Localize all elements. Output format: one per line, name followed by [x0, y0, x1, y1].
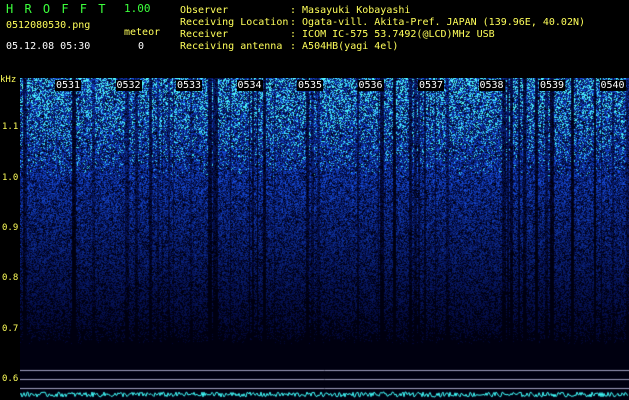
info-label-receiver: Receiver: [180, 29, 229, 40]
time-mark-label: 0538: [478, 80, 505, 91]
time-mark-label: 0537: [418, 80, 445, 91]
info-label-antenna: Receiving antenna: [180, 41, 283, 52]
meteor-count: 0: [138, 41, 145, 52]
axis-tick-label: 1.0: [2, 172, 19, 183]
time-mark-label: 0531: [55, 80, 82, 91]
axis-tick-label: 0.7: [2, 323, 19, 334]
time-mark-label: 0535: [297, 80, 324, 91]
axis-tick-label: 0.6: [2, 373, 19, 384]
axis-unit-label: kHz: [0, 75, 17, 85]
info-label-observer: Observer: [180, 5, 229, 16]
info-label-location: Receiving Location: [180, 17, 289, 28]
axis-tick-label: 0.8: [2, 273, 19, 284]
time-mark-label: 0540: [599, 80, 626, 91]
axis-tick-label: 1.1: [2, 122, 19, 133]
mode-label: meteor: [124, 27, 161, 38]
header-panel: H R O F F T 1.00 0512080530.png meteor 0…: [0, 0, 629, 78]
time-mark-label: 0532: [115, 80, 142, 91]
time-mark-label: 0539: [539, 80, 566, 91]
file-name: 0512080530.png: [6, 20, 91, 31]
info-value-receiver: : ICOM IC-575 53.7492(@LCD)MHz USB: [290, 29, 495, 40]
app-version: 1.00: [124, 2, 151, 15]
spectrogram-canvas: [20, 78, 629, 400]
info-value-observer: : Masayuki Kobayashi: [290, 5, 411, 16]
info-value-location: : Ogata-vill. Akita-Pref. JAPAN (139.96E…: [290, 17, 586, 28]
frequency-axis: kHz 1.1 1.0 0.9 0.8 0.7 0.6: [0, 75, 20, 400]
app-title: H R O F F T: [6, 2, 108, 16]
date-time: 05.12.08 05:30: [6, 41, 91, 52]
time-mark-label: 0533: [176, 80, 203, 91]
time-mark-label: 0536: [357, 80, 384, 91]
time-mark-label: 0534: [236, 80, 263, 91]
axis-tick-label: 0.9: [2, 222, 19, 233]
info-value-antenna: : A504HB(yagi 4el): [290, 41, 399, 52]
